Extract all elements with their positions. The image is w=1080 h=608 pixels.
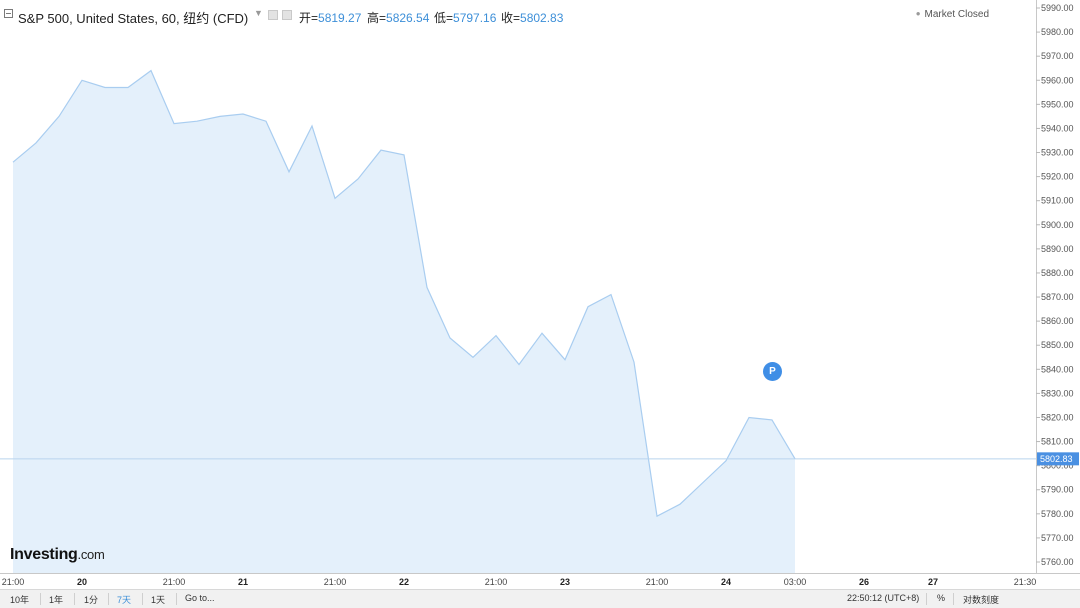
x-tick-label: 24: [721, 577, 731, 587]
chart-header: S&P 500, United States, 60, 纽约 (CFD) ▼ 开…: [0, 0, 1036, 30]
y-tick-label: 5930.00: [1041, 148, 1074, 158]
high-value: 5826.54: [386, 11, 430, 25]
x-tick-label: 03:00: [784, 577, 807, 587]
price-chart[interactable]: 5760.005770.005780.005790.005800.005810.…: [0, 0, 1080, 590]
x-tick-label: 27: [928, 577, 938, 587]
y-tick-label: 5900.00: [1041, 220, 1074, 230]
event-marker[interactable]: P: [763, 362, 782, 381]
goto-button[interactable]: Go to...: [185, 593, 215, 603]
y-tick-label: 5820.00: [1041, 412, 1074, 422]
y-tick-label: 5810.00: [1041, 437, 1074, 447]
y-tick-label: 5940.00: [1041, 123, 1074, 133]
range-toolbar: 10年 1年 1分 7天 1天 Go to... 22:50:12 (UTC+8…: [0, 589, 1080, 608]
market-status: Market Closed: [916, 9, 989, 20]
y-tick-label: 5960.00: [1041, 75, 1074, 85]
y-tick-label: 5990.00: [1041, 3, 1074, 13]
investing-logo: Investing.com: [10, 546, 105, 564]
range-7d-button[interactable]: 7天: [117, 593, 131, 606]
x-tick-label: 21: [238, 577, 248, 587]
x-tick-label: 22: [399, 577, 409, 587]
logo-brand: Investing: [10, 546, 78, 563]
range-1d-button[interactable]: 1天: [151, 593, 165, 606]
close-readout: 收=5802.83: [501, 9, 563, 26]
y-tick-label: 5980.00: [1041, 27, 1074, 37]
symbol-title: S&P 500, United States, 60, 纽约 (CFD): [18, 11, 249, 26]
y-tick-label: 5850.00: [1041, 340, 1074, 350]
x-tick-label: 21:00: [324, 577, 347, 587]
chevron-down-icon[interactable]: ▼: [254, 8, 263, 18]
y-tick-label: 5780.00: [1041, 509, 1074, 519]
x-tick-label: 21:00: [485, 577, 508, 587]
y-tick-label: 5890.00: [1041, 244, 1074, 254]
close-value: 5802.83: [520, 11, 564, 25]
y-tick-label: 5860.00: [1041, 316, 1074, 326]
range-10y-button[interactable]: 10年: [10, 593, 29, 606]
low-value: 5797.16: [453, 11, 497, 25]
open-label: 开=: [299, 11, 319, 25]
y-tick-label: 5880.00: [1041, 268, 1074, 278]
collapse-icon[interactable]: [4, 9, 13, 18]
x-tick-label: 21:30: [1014, 577, 1037, 587]
x-tick-label: 21:00: [646, 577, 669, 587]
series-area: [13, 70, 795, 573]
y-tick-label: 5840.00: [1041, 364, 1074, 374]
y-tick-label: 5760.00: [1041, 557, 1074, 567]
x-tick-label: 21:00: [163, 577, 186, 587]
open-readout: 开=5819.27: [299, 9, 361, 26]
y-tick-label: 5970.00: [1041, 51, 1074, 61]
clock-readout: 22:50:12 (UTC+8): [847, 593, 920, 603]
low-label: 低=: [434, 11, 454, 25]
y-tick-label: 5770.00: [1041, 533, 1074, 543]
settings-icon[interactable]: [268, 10, 278, 20]
y-tick-label: 5830.00: [1041, 388, 1074, 398]
open-value: 5819.27: [318, 11, 362, 25]
percent-toggle[interactable]: %: [937, 593, 945, 603]
x-tick-label: 23: [560, 577, 570, 587]
low-readout: 低=5797.16: [434, 9, 496, 26]
compare-icon[interactable]: [282, 10, 292, 20]
y-tick-label: 5910.00: [1041, 196, 1074, 206]
y-tick-label: 5920.00: [1041, 172, 1074, 182]
high-readout: 高=5826.54: [367, 9, 429, 26]
last-price-label: 5802.83: [1040, 454, 1073, 464]
x-tick-label: 26: [859, 577, 869, 587]
logo-suffix: .com: [77, 547, 105, 562]
range-1min-button[interactable]: 1分: [84, 593, 98, 606]
close-label: 收=: [501, 11, 521, 25]
log-scale-toggle[interactable]: 对数刻度: [963, 593, 999, 606]
y-tick-label: 5790.00: [1041, 485, 1074, 495]
range-1y-button[interactable]: 1年: [49, 593, 63, 606]
x-tick-label: 20: [77, 577, 87, 587]
y-tick-label: 5870.00: [1041, 292, 1074, 302]
x-tick-label: 21:00: [2, 577, 25, 587]
high-label: 高=: [367, 11, 387, 25]
y-tick-label: 5950.00: [1041, 99, 1074, 109]
